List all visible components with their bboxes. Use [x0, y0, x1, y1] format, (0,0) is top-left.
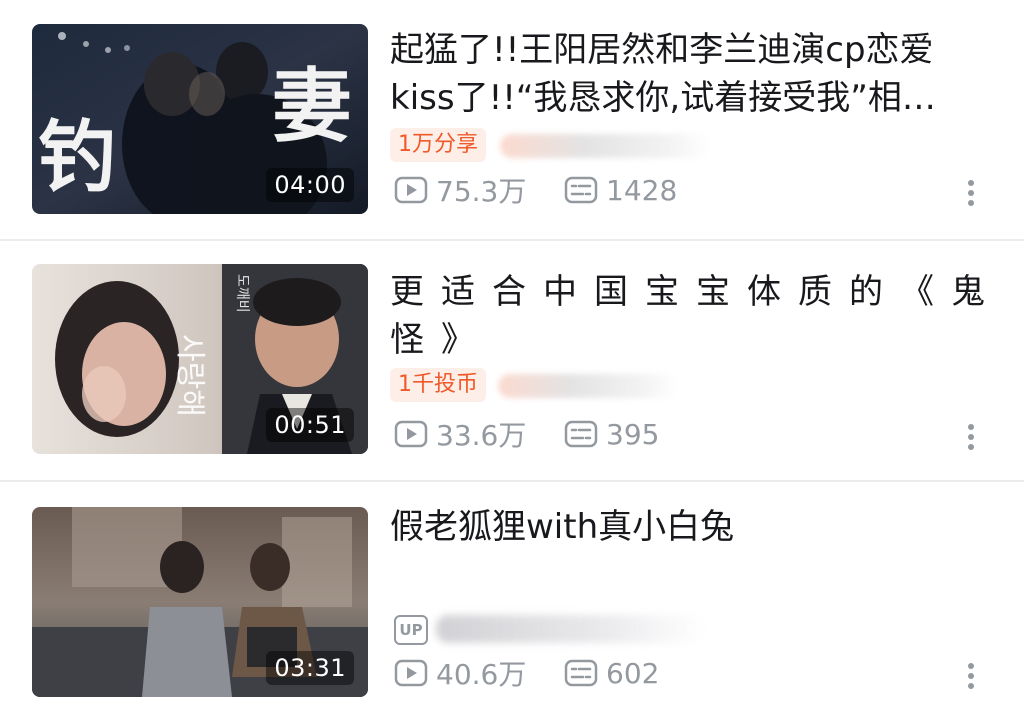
tag-row: 1万分享: [390, 126, 730, 166]
danmaku-count: 1428: [564, 170, 677, 210]
video-stats: 33.6万 395: [394, 414, 994, 454]
view-count: 75.3万: [394, 170, 526, 210]
video-thumbnail[interactable]: 钓 妻 04:00: [32, 24, 368, 214]
thumbnail-overlay-text: 도깨비: [234, 274, 250, 313]
video-thumbnail[interactable]: 03:31: [32, 507, 368, 697]
more-vertical-icon[interactable]: [960, 653, 982, 697]
play-count-icon: [394, 420, 428, 448]
blurred-uploader-name: [500, 134, 710, 158]
up-badge: UP: [394, 615, 428, 645]
divider: [0, 239, 1024, 241]
tag-row: 1千投币: [390, 366, 730, 406]
video-card[interactable]: 03:31 假老狐狸with真小白兔 UP 40.6万 602: [0, 483, 1024, 723]
divider: [0, 480, 1024, 482]
view-count-value: 40.6万: [436, 658, 527, 691]
play-count-icon: [394, 659, 428, 687]
video-title-line: 起猛了!!王阳居然和李兰迪演cp恋爱: [390, 30, 934, 70]
thumbnail-overlay-text: 사랑해: [172, 334, 207, 417]
video-stats: 75.3万 1428: [394, 170, 994, 210]
danmaku-count-value: 395: [606, 417, 660, 451]
play-count-icon: [394, 176, 428, 204]
danmaku-count-icon: [564, 176, 598, 204]
video-duration: 04:00: [266, 168, 354, 202]
danmaku-count: 602: [564, 653, 659, 693]
video-title[interactable]: 起猛了!!王阳居然和李兰迪演cp恋爱 kiss了!!“我恳求你,试着接受我”相…: [390, 26, 990, 122]
video-title[interactable]: 更适合中国宝宝体质的《鬼怪》: [390, 268, 1010, 364]
video-thumbnail[interactable]: 사랑해 도깨비 00:51: [32, 264, 368, 454]
thumbnail-overlay-text: 钓: [38, 112, 116, 203]
tag-row: UP: [390, 611, 730, 651]
video-list: 钓 妻 04:00 起猛了!!王阳居然和李兰迪演cp恋爱 kiss了!!“我恳求…: [0, 0, 1024, 714]
view-count: 40.6万: [394, 653, 526, 693]
video-title[interactable]: 假老狐狸with真小白兔: [390, 503, 990, 551]
danmaku-count-value: 602: [606, 656, 660, 690]
view-count: 33.6万: [394, 414, 526, 454]
video-card[interactable]: 钓 妻 04:00 起猛了!!王阳居然和李兰迪演cp恋爱 kiss了!!“我恳求…: [0, 0, 1024, 240]
video-duration: 00:51: [266, 408, 354, 442]
blurred-uploader-name[interactable]: [436, 615, 706, 643]
danmaku-count-value: 1428: [606, 173, 678, 207]
coin-count-badge: 1千投币: [390, 368, 486, 402]
video-title-line: kiss了!!“我恳求你,试着接受我”相…: [390, 78, 936, 118]
danmaku-count-icon: [564, 659, 598, 687]
video-stats: 40.6万 602: [394, 653, 994, 693]
more-vertical-icon[interactable]: [960, 414, 982, 458]
danmaku-count: 395: [564, 414, 659, 454]
more-vertical-icon[interactable]: [960, 170, 982, 214]
thumbnail-overlay-text: 妻: [272, 59, 352, 153]
danmaku-count-icon: [564, 420, 598, 448]
video-duration: 03:31: [266, 651, 354, 685]
blurred-uploader-name: [498, 374, 678, 398]
view-count-value: 75.3万: [436, 175, 527, 208]
share-count-badge: 1万分享: [390, 128, 486, 162]
video-card[interactable]: 사랑해 도깨비 00:51 更适合中国宝宝体质的《鬼怪》 1千投币 33.6万: [0, 242, 1024, 482]
view-count-value: 33.6万: [436, 419, 527, 452]
